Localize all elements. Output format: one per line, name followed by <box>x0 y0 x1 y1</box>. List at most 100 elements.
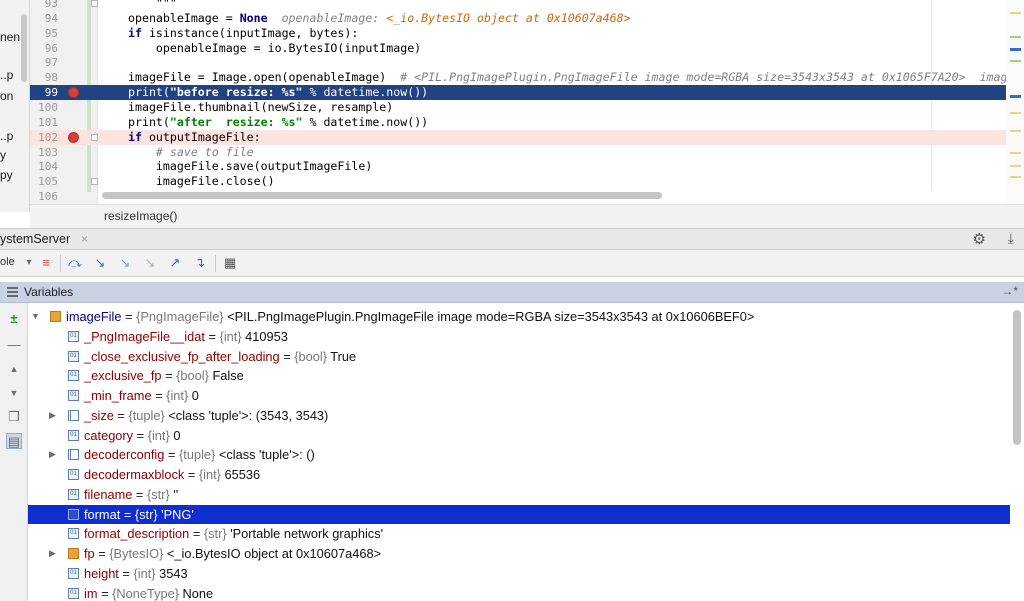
variable-text: fp = {BytesIO} <_io.BytesIO object at 0x… <box>84 544 381 564</box>
code-comment: # save to file <box>128 144 254 159</box>
code-line[interactable]: 94 openableImage = None openableImage: <_… <box>30 11 1024 26</box>
breadcrumb-function[interactable]: resizeImage() <box>104 209 177 223</box>
step-over-icon[interactable]: ⤼ <box>66 254 84 272</box>
fold-marker-icon[interactable] <box>91 178 98 186</box>
hide-panel-icon[interactable]: ⤓ <box>1008 230 1014 247</box>
breakpoint-icon[interactable] <box>68 131 79 143</box>
code-line[interactable]: 102 if outputImageFile: <box>30 129 1024 145</box>
restore-layout-icon[interactable]: →* <box>1001 284 1018 298</box>
project-item-fragment[interactable]: py <box>0 168 13 182</box>
variable-row[interactable]: ▶ decoderconfig = {tuple} <class 'tuple'>… <box>28 445 1010 465</box>
expand-arrow-icon[interactable]: ▶ <box>49 544 56 564</box>
fold-marker-icon[interactable] <box>91 0 98 7</box>
variable-row[interactable]: 01 height = {int} 3543 <box>28 564 1010 584</box>
editor-horizontal-scrollbar[interactable] <box>102 192 662 199</box>
code-token: % datetime.now()) <box>302 114 429 129</box>
code-editor[interactable]: 93 """ 94 openableImage = None openableIma… <box>30 0 1024 204</box>
stripe-mark[interactable] <box>1010 152 1021 154</box>
breakpoint-icon[interactable] <box>68 87 79 99</box>
ide-window: nen ..p on ..p y py 93 """ 94 openableImag… <box>0 0 1024 601</box>
move-up-icon[interactable]: ▲ <box>6 361 22 377</box>
code-line[interactable]: 100 imageFile.thumbnail(newSize, resample… <box>30 100 1024 115</box>
error-stripe[interactable] <box>1006 0 1024 204</box>
variable-row[interactable]: ▶ fp = {BytesIO} <_io.BytesIO object at 0… <box>28 544 1010 564</box>
project-item-fragment[interactable]: ..p <box>0 129 13 143</box>
step-into-icon[interactable]: ↘ <box>91 254 109 272</box>
stripe-mark[interactable] <box>1010 12 1021 14</box>
close-icon[interactable]: × <box>81 232 88 246</box>
stripe-mark[interactable] <box>1010 165 1021 167</box>
variable-row[interactable]: 01 _min_frame = {int} 0 <box>28 386 1010 406</box>
collapse-arrow-icon[interactable]: ▼ <box>31 307 40 327</box>
variable-row[interactable]: ▶ _size = {tuple} <class 'tuple'>: (3543,… <box>28 406 1010 426</box>
code-token: openableImage = <box>128 10 240 25</box>
variable-row[interactable]: ▼ imageFile = {PngImageFile} <PIL.PngImag… <box>28 307 1010 327</box>
code-line[interactable]: 97 <box>30 55 1024 70</box>
remove-watch-icon[interactable]: — <box>6 337 22 353</box>
step-into-my-code-icon[interactable]: ↘ <box>116 254 134 272</box>
code-line[interactable]: 93 """ <box>30 0 1024 11</box>
new-watch-icon[interactable]: ± <box>6 311 22 327</box>
code-line[interactable]: 101 print("after resize: %s" % datetime.n… <box>30 115 1024 130</box>
variable-row[interactable]: 01 format_description = {str} 'Portable n… <box>28 524 1010 544</box>
copy-watch-icon[interactable]: ❐ <box>6 409 22 425</box>
gear-icon[interactable]: ⚙ <box>973 230 986 248</box>
view-as-array-icon[interactable]: ▤ <box>6 433 22 449</box>
variable-row[interactable]: 01 _PngImageFile__idat = {int} 410953 <box>28 327 1010 347</box>
project-scrollbar[interactable] <box>21 14 27 82</box>
code-line[interactable]: 105 imageFile.close() <box>30 174 1024 189</box>
move-down-icon[interactable]: ▼ <box>6 385 22 401</box>
code-line[interactable]: 96 openableImage = io.BytesIO(inputImage… <box>30 41 1024 56</box>
variables-tree[interactable]: ▼ imageFile = {PngImageFile} <PIL.PngImag… <box>28 307 1010 601</box>
field-icon: 01 <box>68 567 79 579</box>
dropdown-icon[interactable]: ▾ <box>20 254 38 272</box>
stripe-mark[interactable] <box>1010 130 1021 132</box>
variable-text: imageFile = {PngImageFile} <PIL.PngImage… <box>66 307 754 327</box>
code-line[interactable]: 98 imageFile = Image.open(openableImage) … <box>30 70 1024 85</box>
inline-debug-value: <_io.BytesIO object at 0x10607a468> <box>386 10 631 25</box>
variable-type: {tuple} <box>128 407 165 423</box>
stripe-mark[interactable] <box>1010 176 1021 178</box>
stripe-mark[interactable] <box>1010 112 1021 114</box>
variable-row[interactable]: 01 decodermaxblock = {int} 65536 <box>28 465 1010 485</box>
force-step-into-icon[interactable]: ↘ <box>141 254 159 272</box>
expand-arrow-icon[interactable]: ▶ <box>49 406 56 426</box>
variable-value: 3543 <box>155 565 188 581</box>
variable-row[interactable]: 01 _exclusive_fp = {bool} False <box>28 366 1010 386</box>
code-line[interactable]: 99 print("before resize: %s" % datetime.n… <box>30 85 1024 101</box>
run-to-cursor-icon[interactable]: ↴ <box>191 254 209 272</box>
project-item-fragment[interactable]: nen <box>0 30 20 44</box>
variable-type: {str} <box>134 506 158 522</box>
stripe-mark[interactable] <box>1010 60 1021 62</box>
code-text: openableImage = None openableImage: <_io… <box>128 11 631 26</box>
project-item-fragment[interactable]: y <box>0 148 6 162</box>
variables-scrollbar[interactable] <box>1013 310 1021 445</box>
stripe-mark[interactable] <box>1010 95 1021 98</box>
project-item-fragment[interactable]: on <box>0 89 13 103</box>
project-item-fragment[interactable]: ..p <box>0 68 13 82</box>
variable-name: _size <box>84 407 114 423</box>
variable-row[interactable]: 01 filename = {str} '' <box>28 485 1010 505</box>
evaluate-expression-icon[interactable]: ▦ <box>221 254 239 272</box>
show-execution-point-icon[interactable]: ≡ <box>37 254 55 272</box>
variable-row[interactable]: 01 _close_exclusive_fp_after_loading = {b… <box>28 347 1010 367</box>
project-panel-strip[interactable]: nen ..p on ..p y py <box>0 0 30 212</box>
stripe-mark[interactable] <box>1010 48 1021 51</box>
code-line[interactable]: 103 # save to file <box>30 145 1024 160</box>
variable-row[interactable]: 01 im = {NoneType} None <box>28 584 1010 601</box>
variable-name: im <box>84 585 98 601</box>
variable-value: 65536 <box>220 467 261 482</box>
code-token: outputImageFile: <box>148 129 261 144</box>
fold-marker-icon[interactable] <box>91 133 98 141</box>
code-line[interactable]: 104 imageFile.save(outputImageFile) <box>30 159 1024 174</box>
tab-debug-config[interactable]: ystemServer <box>0 232 70 246</box>
variable-row[interactable]: 01 category = {int} 0 <box>28 426 1010 446</box>
stripe-mark[interactable] <box>1010 36 1021 38</box>
code-text: openableImage = io.BytesIO(inputImage) <box>128 41 421 56</box>
expand-arrow-icon[interactable]: ▶ <box>49 445 56 465</box>
code-line[interactable]: 95 if isinstance(inputImage, bytes): <box>30 26 1024 41</box>
console-tab-fragment[interactable]: ole <box>0 256 15 268</box>
step-out-icon[interactable]: ↗ <box>166 254 184 272</box>
variable-text: _PngImageFile__idat = {int} 410953 <box>84 327 288 347</box>
variable-row[interactable]: 01 format = {str} 'PNG' <box>28 504 1010 525</box>
